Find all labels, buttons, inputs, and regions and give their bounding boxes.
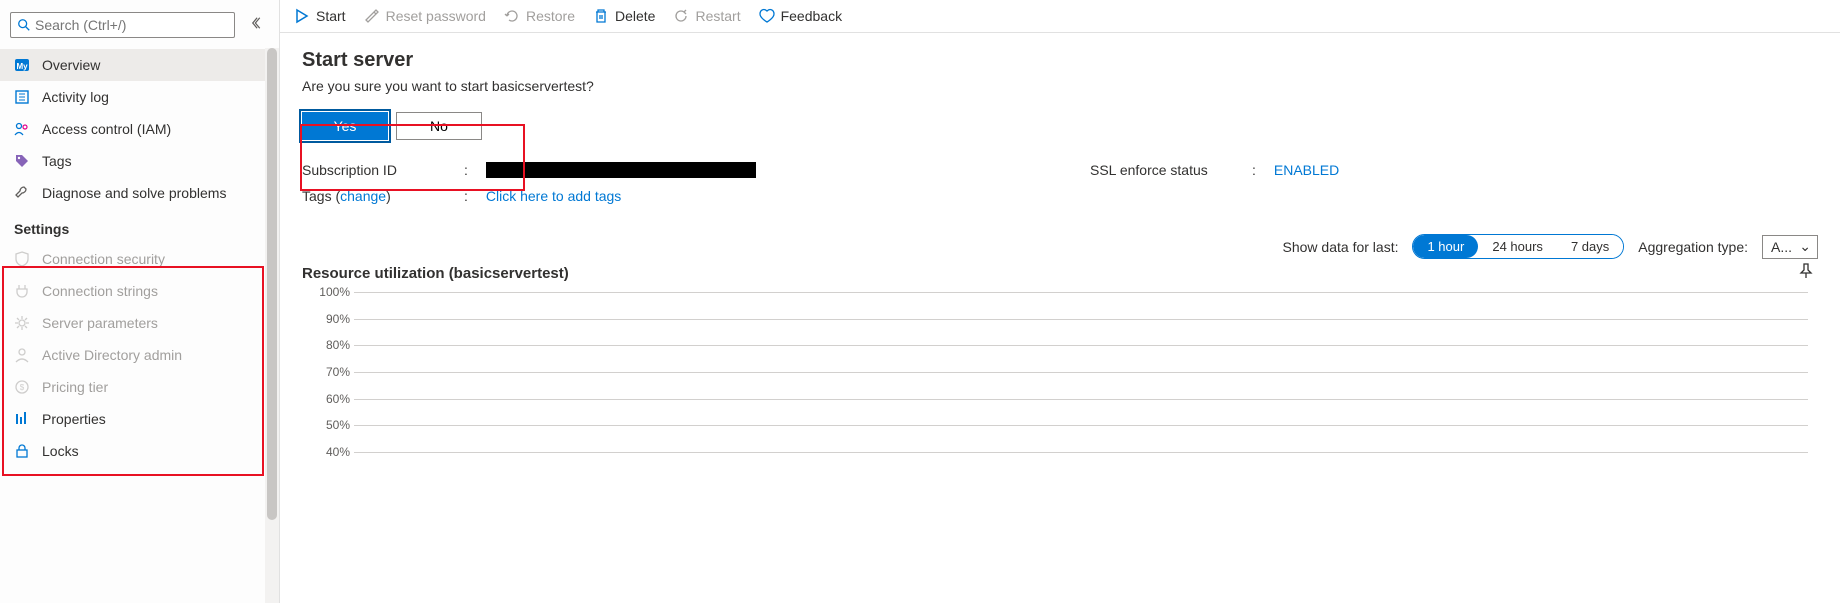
sidebar-item-overview[interactable]: My Overview (0, 49, 279, 81)
svg-text:My: My (16, 62, 28, 71)
wrench-icon (14, 185, 30, 201)
sidebar-item-connection-strings[interactable]: Connection strings (0, 275, 279, 307)
toolbar-label: Reset password (386, 8, 486, 24)
y-axis-tick: 80% (312, 338, 350, 352)
sidebar-scrollbar-thumb[interactable] (267, 48, 277, 520)
panel-text: Are you sure you want to start basicserv… (302, 78, 1818, 94)
sidebar-item-label: Pricing tier (42, 379, 108, 395)
prop-subscription-id: Subscription ID : (302, 162, 1030, 178)
toolbar-label: Start (316, 8, 346, 24)
sidebar-item-label: Overview (42, 57, 100, 73)
sidebar-item-label: Diagnose and solve problems (42, 185, 226, 201)
sidebar-item-server-parameters[interactable]: Server parameters (0, 307, 279, 339)
search-input[interactable] (35, 17, 226, 33)
toolbar: Start Reset password Restore Delete Rest… (280, 0, 1840, 33)
sidebar-item-diagnose[interactable]: Diagnose and solve problems (0, 177, 279, 209)
chart-title: Resource utilization (basicservertest) (302, 265, 1818, 282)
restore-button[interactable]: Restore (504, 8, 575, 24)
sidebar-item-label: Connection security (42, 251, 165, 267)
admin-icon (14, 347, 30, 363)
panel-title: Start server (302, 49, 1818, 72)
sidebar-item-activity-log[interactable]: Activity log (0, 81, 279, 113)
sidebar-item-label: Active Directory admin (42, 347, 182, 363)
sidebar-item-properties[interactable]: Properties (0, 403, 279, 435)
collapse-sidebar-button[interactable] (245, 10, 271, 39)
aggregation-select[interactable]: A... (1762, 235, 1818, 259)
sidebar-item-label: Locks (42, 443, 79, 459)
search-icon (19, 17, 35, 33)
prop-ssl-status: SSL enforce status : ENABLED (1090, 162, 1818, 178)
pricing-icon: $ (14, 379, 30, 395)
tag-icon (14, 153, 30, 169)
utilization-chart: 100%90%80%70%60%50%40% (312, 292, 1808, 452)
sidebar-item-label: Activity log (42, 89, 109, 105)
sidebar-item-locks[interactable]: Locks (0, 435, 279, 467)
y-axis-tick: 100% (312, 285, 350, 299)
pill-24hours[interactable]: 24 hours (1478, 235, 1557, 258)
reset-password-button[interactable]: Reset password (364, 8, 486, 24)
y-axis-tick: 50% (312, 418, 350, 432)
change-tags-link[interactable]: change (340, 188, 386, 204)
show-data-label: Show data for last: (1283, 239, 1399, 255)
aggregation-label: Aggregation type: (1638, 239, 1748, 255)
svg-text:$: $ (20, 383, 25, 392)
people-icon (14, 121, 30, 137)
properties-icon (14, 411, 30, 427)
sidebar-item-label: Tags (42, 153, 72, 169)
add-tags-link[interactable]: Click here to add tags (486, 188, 621, 204)
sidebar-item-connection-security[interactable]: Connection security (0, 243, 279, 275)
log-icon (14, 89, 30, 105)
toolbar-label: Restore (526, 8, 575, 24)
sidebar-item-tags[interactable]: Tags (0, 145, 279, 177)
toolbar-label: Feedback (781, 8, 842, 24)
y-axis-tick: 90% (312, 312, 350, 326)
sidebar-item-label: Access control (IAM) (42, 121, 171, 137)
sidebar-item-active-directory-admin[interactable]: Active Directory admin (0, 339, 279, 371)
y-axis-tick: 70% (312, 365, 350, 379)
start-button[interactable]: Start (294, 8, 346, 24)
sidebar: My Overview Activity log Access control … (0, 0, 280, 603)
pin-chart-button[interactable] (1798, 263, 1814, 282)
main-content: Start Reset password Restore Delete Rest… (280, 0, 1840, 603)
y-axis-tick: 60% (312, 392, 350, 406)
sidebar-scrollbar[interactable] (265, 48, 279, 603)
time-range-toggle: 1 hour 24 hours 7 days (1412, 234, 1624, 259)
feedback-button[interactable]: Feedback (759, 8, 842, 24)
lock-icon (14, 443, 30, 459)
pill-7days[interactable]: 7 days (1557, 235, 1623, 258)
sidebar-item-pricing-tier[interactable]: $ Pricing tier (0, 371, 279, 403)
redacted-value (486, 162, 756, 178)
pill-1hour[interactable]: 1 hour (1413, 235, 1478, 258)
ssl-value[interactable]: ENABLED (1274, 162, 1339, 178)
sidebar-section-settings: Settings (0, 209, 279, 243)
sidebar-item-label: Properties (42, 411, 106, 427)
toolbar-label: Restart (695, 8, 740, 24)
toolbar-label: Delete (615, 8, 655, 24)
sidebar-item-label: Connection strings (42, 283, 158, 299)
gear-icon (14, 315, 30, 331)
delete-button[interactable]: Delete (593, 8, 655, 24)
shield-icon (14, 251, 30, 267)
no-button[interactable]: No (396, 112, 482, 140)
yes-button[interactable]: Yes (302, 112, 388, 140)
restart-button[interactable]: Restart (673, 8, 740, 24)
database-icon: My (14, 57, 30, 73)
prop-tags: Tags (change) : Click here to add tags (302, 188, 1030, 204)
sidebar-item-access-control[interactable]: Access control (IAM) (0, 113, 279, 145)
search-box[interactable] (10, 12, 235, 38)
plug-icon (14, 283, 30, 299)
sidebar-item-label: Server parameters (42, 315, 158, 331)
y-axis-tick: 40% (312, 445, 350, 459)
